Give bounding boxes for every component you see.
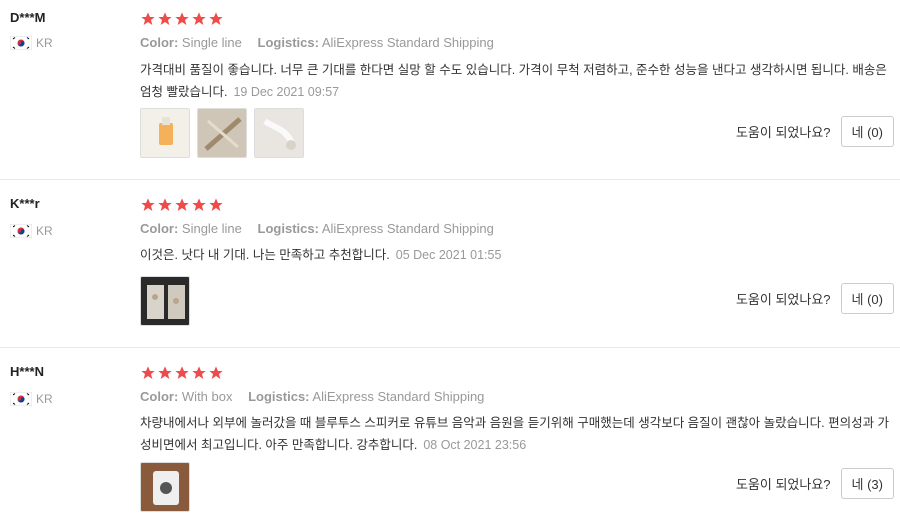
star-icon bbox=[141, 366, 155, 379]
star-icon bbox=[192, 198, 206, 211]
star-icon bbox=[175, 12, 189, 25]
review-text: 차량내에서나 외부에 놀러갔을 때 블루투스 스피커로 유튜브 음악과 음원을 … bbox=[140, 412, 890, 456]
star-icon bbox=[158, 198, 172, 211]
color-value: Single line bbox=[181, 35, 242, 50]
helpful-yes-button[interactable]: 네 (0) bbox=[840, 283, 894, 314]
star-icon bbox=[141, 12, 155, 25]
reviewer-country: KR bbox=[10, 392, 53, 406]
helpful-yes-button[interactable]: 네 (0) bbox=[840, 116, 894, 147]
review-meta: Color: Single line Logistics: AliExpress… bbox=[140, 35, 506, 50]
korea-flag-icon bbox=[10, 36, 32, 50]
review-photo[interactable] bbox=[254, 108, 304, 158]
country-code: KR bbox=[36, 224, 53, 238]
review-meta: Color: With box Logistics: AliExpress St… bbox=[140, 389, 496, 404]
logistics-label: Logistics: bbox=[257, 221, 319, 236]
review-photo[interactable] bbox=[140, 108, 190, 158]
helpful-question: 도움이 되었나요? bbox=[735, 292, 831, 307]
reviewer-name: H***N bbox=[10, 364, 44, 379]
review-body: 이것은. 낫다 내 기대. 나는 만족하고 추천합니다. bbox=[140, 248, 390, 262]
color-label: Color: bbox=[140, 389, 179, 404]
review-photo[interactable] bbox=[140, 462, 190, 512]
color-value: Single line bbox=[181, 221, 242, 236]
korea-flag-icon bbox=[10, 224, 32, 238]
reviewer-country: KR bbox=[10, 224, 53, 238]
review-divider bbox=[0, 179, 900, 180]
logistics-label: Logistics: bbox=[257, 35, 319, 50]
logistics-value: AliExpress Standard Shipping bbox=[321, 221, 494, 236]
country-code: KR bbox=[36, 36, 53, 50]
helpful-question: 도움이 되었나요? bbox=[735, 477, 831, 492]
rating-stars bbox=[140, 197, 225, 213]
review-date: 08 Oct 2021 23:56 bbox=[423, 438, 527, 452]
logistics-value: AliExpress Standard Shipping bbox=[321, 35, 494, 50]
logistics-label: Logistics: bbox=[248, 389, 310, 404]
helpful-section: 도움이 되었나요? 네 (0) bbox=[736, 116, 894, 147]
review-date: 19 Dec 2021 09:57 bbox=[233, 85, 340, 99]
color-value: With box bbox=[181, 389, 233, 404]
star-icon bbox=[175, 366, 189, 379]
star-icon bbox=[158, 12, 172, 25]
star-icon bbox=[192, 366, 206, 379]
review-meta: Color: Single line Logistics: AliExpress… bbox=[140, 221, 506, 236]
star-icon bbox=[141, 198, 155, 211]
color-label: Color: bbox=[140, 35, 179, 50]
star-icon bbox=[158, 366, 172, 379]
review-text: 가격대비 품질이 좋습니다. 너무 큰 기대를 한다면 실망 할 수도 있습니다… bbox=[140, 59, 890, 103]
reviewer-country: KR bbox=[10, 36, 53, 50]
color-label: Color: bbox=[140, 221, 179, 236]
country-code: KR bbox=[36, 392, 53, 406]
review-text: 이것은. 낫다 내 기대. 나는 만족하고 추천합니다. 05 Dec 2021 … bbox=[140, 244, 890, 266]
review-divider bbox=[0, 347, 900, 348]
star-icon bbox=[209, 366, 223, 379]
korea-flag-icon bbox=[10, 392, 32, 406]
review-images bbox=[140, 108, 311, 158]
reviewer-name: K***r bbox=[10, 196, 40, 211]
helpful-yes-button[interactable]: 네 (3) bbox=[840, 468, 894, 499]
review-photo[interactable] bbox=[140, 276, 190, 326]
review-images bbox=[140, 462, 197, 512]
star-icon bbox=[209, 198, 223, 211]
logistics-value: AliExpress Standard Shipping bbox=[312, 389, 485, 404]
star-icon bbox=[209, 12, 223, 25]
helpful-section: 도움이 되었나요? 네 (3) bbox=[736, 468, 894, 499]
review-date: 05 Dec 2021 01:55 bbox=[395, 248, 502, 262]
rating-stars bbox=[140, 365, 225, 381]
helpful-section: 도움이 되었나요? 네 (0) bbox=[736, 283, 894, 314]
review-photo[interactable] bbox=[197, 108, 247, 158]
helpful-question: 도움이 되었나요? bbox=[735, 125, 831, 140]
reviewer-name: D***M bbox=[10, 10, 46, 25]
review-images bbox=[140, 276, 197, 326]
star-icon bbox=[192, 12, 206, 25]
rating-stars bbox=[140, 11, 225, 27]
star-icon bbox=[175, 198, 189, 211]
